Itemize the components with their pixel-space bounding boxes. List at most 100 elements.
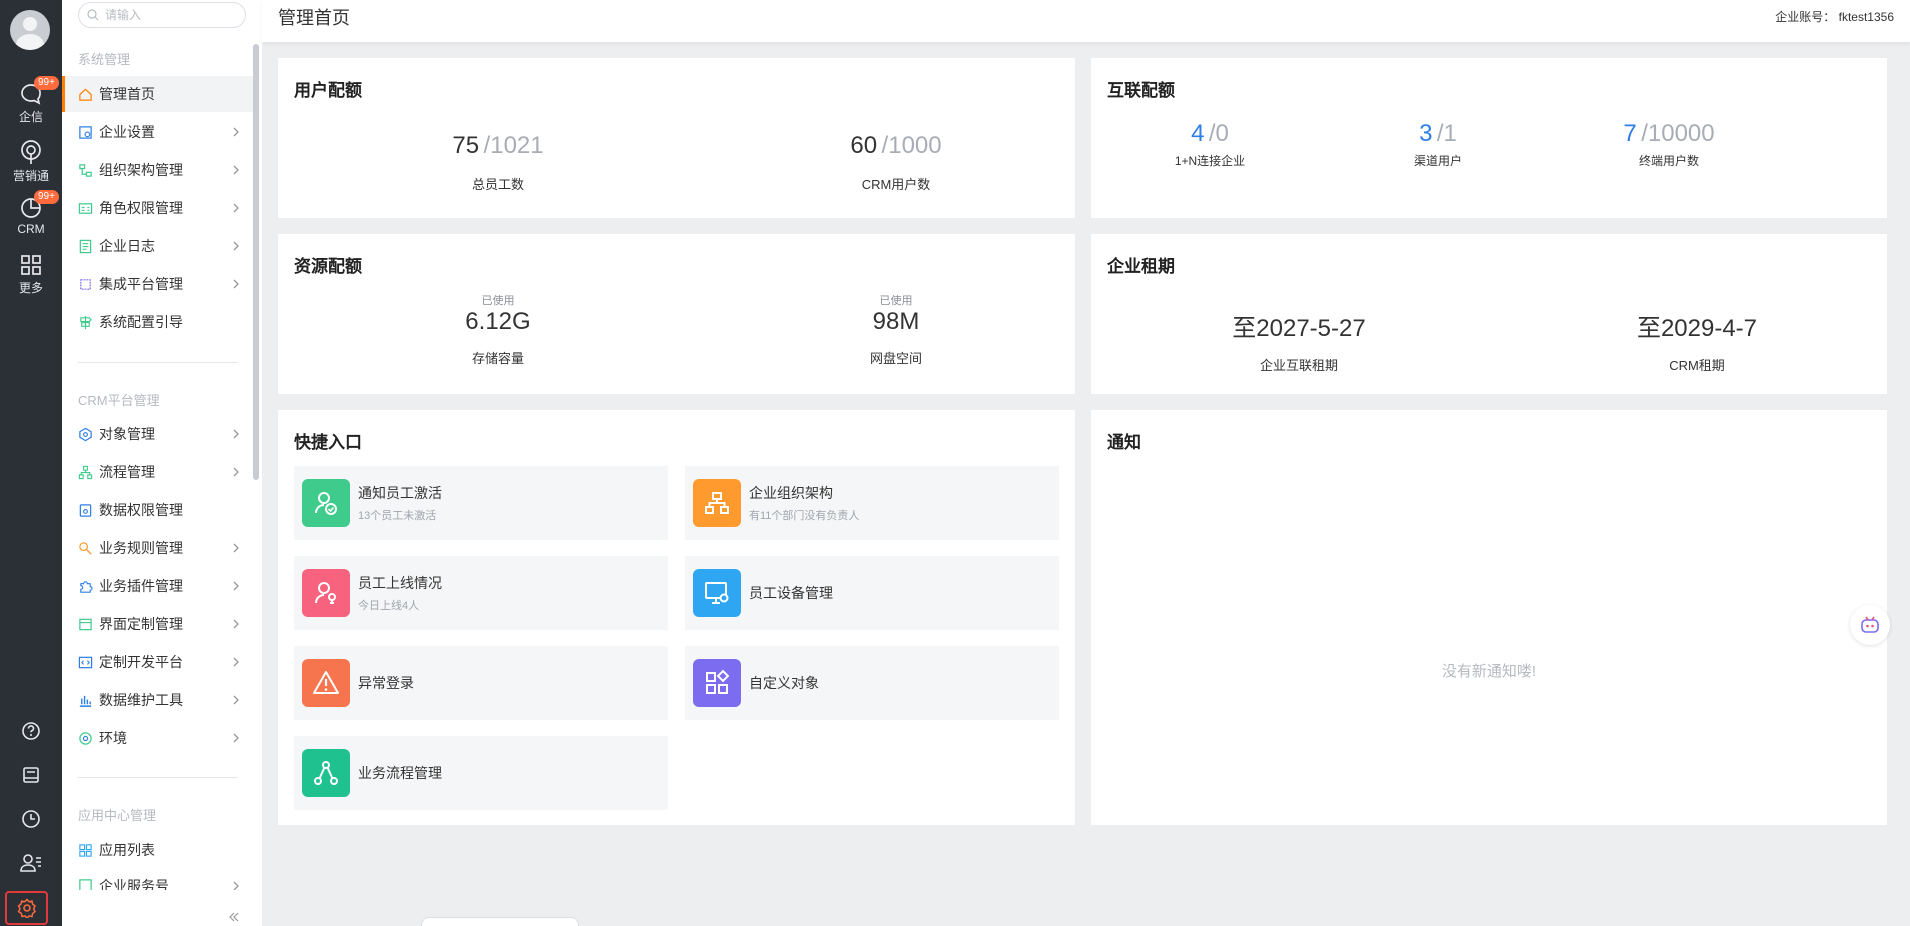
- stat-used: 4: [1191, 120, 1205, 147]
- lease-card: 企业租期 至2027-5-27 企业互联租期 至2029-4-7 CRM租期: [1091, 234, 1887, 394]
- sidebar-item-integration[interactable]: 集成平台管理: [62, 266, 254, 302]
- sidebar-item-label: 组织架构管理: [99, 162, 183, 178]
- robot-icon: [1861, 616, 1879, 633]
- sidebar-item-label: 环境: [99, 730, 127, 746]
- assistant-button[interactable]: [1850, 605, 1890, 645]
- notebook-button[interactable]: [0, 765, 62, 785]
- sidebar-item-data-tools[interactable]: 数据维护工具: [62, 682, 254, 718]
- user-quota-card: 用户配额 75 /1021 总员工数 60 /1000 CRM用户数: [278, 58, 1075, 218]
- settings-button[interactable]: [5, 891, 48, 925]
- help-button[interactable]: [0, 721, 62, 741]
- rail-item-qixin[interactable]: 企信 99+: [0, 76, 62, 125]
- quick-employee-online[interactable]: 员工上线情况 今日上线4人: [294, 556, 668, 630]
- data-lock-icon: [79, 503, 92, 517]
- sidebar-item-plugins[interactable]: 业务插件管理: [62, 568, 254, 604]
- env-icon: [79, 731, 92, 745]
- stat-label: CRM租期: [1669, 358, 1725, 373]
- stat-label: 总员工数: [471, 177, 524, 192]
- notice-card: 通知 没有新通知喽!: [1091, 410, 1887, 825]
- sidebar-item-data-permission[interactable]: 数据权限管理: [62, 492, 254, 528]
- sidebar-item-objects[interactable]: 对象管理: [62, 416, 254, 452]
- stat-value: 至2027-5-27: [1232, 315, 1366, 342]
- stat-value: 6.12G: [465, 308, 531, 335]
- stat-channel-users: 3 /1 渠道用户: [1373, 120, 1503, 169]
- section-app-center: 应用中心管理: [78, 808, 157, 823]
- rail-item-crm[interactable]: CRM 99+: [0, 190, 62, 236]
- quick-abnormal-login[interactable]: 异常登录: [294, 646, 668, 720]
- stat-value: 98M: [872, 308, 920, 335]
- sidebar-scrollbar[interactable]: [253, 44, 259, 480]
- sidebar-item-flows[interactable]: 流程管理: [62, 454, 254, 490]
- interconnect-quota-card: 互联配额 4 /0 1+N连接企业 3 /1 渠道用户 7 /10000 终端用…: [1091, 58, 1887, 218]
- guide-icon: [80, 315, 92, 329]
- quick-business-process[interactable]: 业务流程管理: [294, 736, 668, 810]
- search-input[interactable]: [105, 8, 235, 22]
- resource-quota-card: 资源配额 已使用 6.12G 存储容量 已使用 98M 网盘空间: [278, 234, 1075, 394]
- shapes-icon: [693, 659, 741, 707]
- warning-icon: [302, 659, 350, 707]
- rail-item-more[interactable]: 更多: [0, 253, 62, 296]
- sidebar-item-org[interactable]: 组织架构管理: [62, 152, 254, 188]
- chevron-right-icon: [233, 127, 239, 137]
- rail-label: 营销通: [12, 169, 49, 183]
- stat-end-users: 7 /10000 终端用户数: [1599, 120, 1739, 169]
- code-icon: [78, 656, 93, 668]
- history-button[interactable]: [0, 809, 62, 829]
- sidebar-item-environment[interactable]: 环境: [62, 720, 254, 756]
- sidebar-item-label: 集成平台管理: [99, 276, 183, 292]
- chevron-right-icon: [233, 657, 239, 667]
- quick-device-management[interactable]: 员工设备管理: [685, 556, 1059, 630]
- sidebar-item-label: 业务插件管理: [99, 578, 183, 594]
- account-value: fktest1356: [1838, 10, 1894, 24]
- sidebar-item-logs[interactable]: 企业日志: [62, 228, 254, 264]
- sidebar-item-label: 界面定制管理: [99, 616, 183, 632]
- sidebar-item-company-settings[interactable]: 企业设置: [62, 114, 254, 150]
- avatar[interactable]: [10, 10, 50, 50]
- notebook-icon: [23, 767, 39, 783]
- rail-item-marketing[interactable]: 营销通: [0, 139, 62, 184]
- sidebar-item-ui-custom[interactable]: 界面定制管理: [62, 606, 254, 642]
- log-icon: [79, 239, 92, 253]
- bottom-popup-tab[interactable]: [421, 917, 579, 926]
- quick-org-structure[interactable]: 企业组织架构 有11个部门没有负责人: [685, 466, 1059, 540]
- quick-entry-card: 快捷入口 通知员工激活 13个员工未激活 企业组织架构 有11个部门没有负责人 …: [278, 410, 1075, 825]
- admin-sidebar: 系统管理 管理首页 企业设置 组织架构管理 角色权限管理 企业日志 集成平台管理…: [62, 0, 262, 926]
- user-check-icon: [302, 479, 350, 527]
- collapse-sidebar-button[interactable]: [228, 910, 240, 926]
- chevron-right-icon: [233, 581, 239, 591]
- stat-label: CRM用户数: [861, 177, 931, 192]
- search-box[interactable]: [78, 2, 246, 28]
- chevron-right-icon: [233, 881, 239, 890]
- sidebar-item-home[interactable]: 管理首页: [62, 76, 254, 112]
- rail-label: CRM: [17, 222, 45, 236]
- quick-subtitle: 13个员工未激活: [358, 510, 437, 522]
- gear-icon: [17, 898, 36, 918]
- page-title: 管理首页: [278, 8, 350, 28]
- id-card-icon: [78, 202, 93, 214]
- sidebar-item-dev-platform[interactable]: 定制开发平台: [62, 644, 254, 680]
- contacts-button[interactable]: [0, 853, 62, 873]
- section-system: 系统管理: [78, 52, 131, 67]
- sidebar-item-business-rules[interactable]: 业务规则管理: [62, 530, 254, 566]
- quick-notify-activation[interactable]: 通知员工激活 13个员工未激活: [294, 466, 668, 540]
- sidebar-item-guide[interactable]: 系统配置引导: [62, 304, 254, 340]
- quick-title: 异常登录: [358, 675, 414, 691]
- top-header: 管理首页 企业账号： fktest1356: [262, 0, 1910, 42]
- account-info: 企业账号： fktest1356: [1775, 8, 1894, 25]
- sidebar-item-label: 企业服务号: [99, 878, 169, 890]
- stat-label: 渠道用户: [1413, 154, 1462, 168]
- section-crm: CRM平台管理: [78, 393, 160, 408]
- stat-connected-companies: 4 /0 1+N连接企业: [1145, 120, 1275, 169]
- sidebar-item-app-list[interactable]: 应用列表: [62, 832, 254, 868]
- sidebar-item-service-account[interactable]: 企业服务号: [62, 870, 254, 890]
- quick-title: 员工上线情况: [358, 575, 442, 591]
- quick-custom-object[interactable]: 自定义对象: [685, 646, 1059, 720]
- layout-icon: [79, 618, 92, 630]
- card-title: 通知: [1107, 433, 1141, 452]
- sidebar-item-label: 企业设置: [99, 124, 155, 140]
- grid-icon: [21, 255, 41, 275]
- sidebar-item-roles[interactable]: 角色权限管理: [62, 190, 254, 226]
- quick-subtitle: 今日上线4人: [358, 600, 420, 612]
- stat-used: 75: [452, 132, 480, 159]
- divider: [78, 777, 238, 778]
